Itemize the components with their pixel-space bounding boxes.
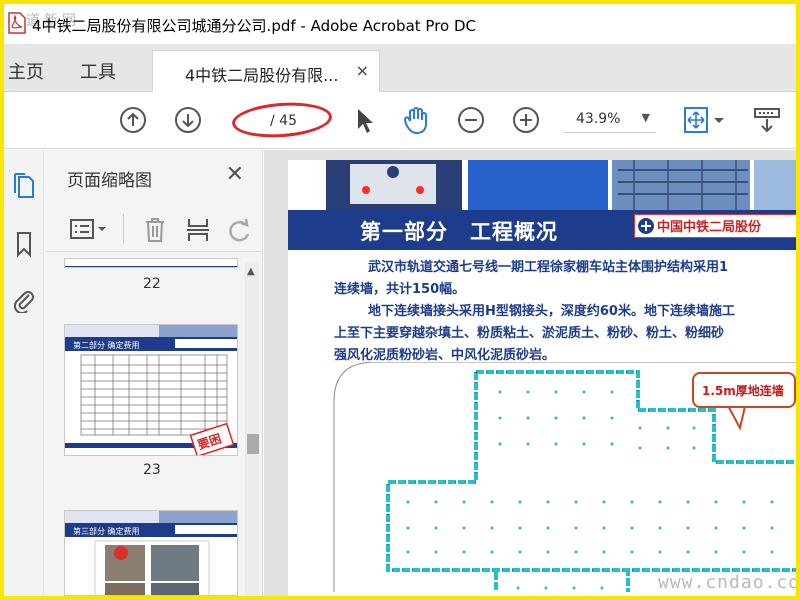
- pages-icon: [14, 173, 34, 198]
- scroll-thumb[interactable]: [247, 434, 259, 454]
- paragraph-line-2: 连续墙，共计150幅。: [334, 282, 466, 297]
- select-cursor-icon[interactable]: [354, 107, 376, 135]
- insert-page-icon[interactable]: [185, 216, 211, 244]
- bookmarks-button[interactable]: [10, 230, 38, 258]
- next-page-button[interactable]: [175, 107, 201, 133]
- thumbnail-page-22[interactable]: [64, 258, 238, 268]
- fit-page-icon[interactable]: [682, 105, 728, 135]
- read-mode-icon[interactable]: [752, 105, 782, 135]
- zoom-value: 43.9%: [576, 111, 621, 127]
- divider: [123, 214, 124, 244]
- hand-tool-icon[interactable]: [402, 105, 432, 135]
- section-title: 第一部分 工程概况: [360, 220, 558, 244]
- attachments-button[interactable]: [10, 286, 38, 314]
- section-banner: 第一部分 工程概况 中国中铁二局股份: [288, 210, 796, 250]
- paragraph-line-4: 上至下主要穿越杂填土、粉质粘土、淤泥质土、粉砂、粉土、粉细砂: [334, 326, 725, 341]
- window-title: 4中铁二局股份有限公司城通分公司.pdf - Adobe Acrobat Pro…: [32, 17, 477, 35]
- panel-heading: 页面缩略图: [67, 171, 152, 191]
- thumb-24-banner: 第三部分 确定费用: [73, 526, 140, 536]
- header-photo-strip: [288, 160, 796, 210]
- chevron-down-icon: ▼: [641, 111, 650, 124]
- callout-text: 1.5m厚地连墙: [702, 384, 784, 398]
- company-logo: 中国中铁二局股份: [634, 214, 796, 238]
- tab-row: 主页 工具 4中铁二局股份有限... ×: [4, 44, 796, 92]
- acrobat-window: 道新网 4中铁二局股份有限公司城通分公司.pdf - Adobe Acrobat…: [4, 4, 796, 596]
- previous-page-button[interactable]: [120, 107, 146, 133]
- document-view[interactable]: 第一部分 工程概况 中国中铁二局股份 武汉市轨道交通七号线一期工程徐家棚车站主体…: [264, 150, 796, 596]
- page-24-preview: 第三部分 确定费用: [65, 511, 237, 595]
- navigation-rail: [4, 150, 44, 596]
- rotate-icon[interactable]: [225, 216, 253, 244]
- title-bar: 道新网 4中铁二局股份有限公司城通分公司.pdf - Adobe Acrobat…: [4, 4, 796, 44]
- page-thumbnails-button[interactable]: [10, 172, 38, 200]
- tab-document[interactable]: 4中铁二局股份有限... ×: [152, 50, 380, 92]
- delete-icon[interactable]: [143, 216, 167, 244]
- page-22-preview: [65, 266, 237, 267]
- page-label-23: 23: [143, 462, 161, 478]
- zoom-out-button[interactable]: [458, 107, 484, 133]
- document-tab-label: 4中铁二局股份有限...: [185, 66, 339, 85]
- highlight-annotation: [230, 99, 334, 141]
- logo-text: 中国中铁二局股份: [657, 220, 762, 235]
- company-emblem-icon: [638, 218, 654, 234]
- arrow-up-icon: [127, 112, 139, 126]
- options-menu-icon[interactable]: [69, 218, 109, 242]
- thumbnail-page-24[interactable]: 第三部分 确定费用: [64, 510, 238, 596]
- thumbnail-tools: [45, 208, 263, 252]
- arrow-down-icon: [182, 114, 194, 128]
- minus-icon: [465, 119, 477, 121]
- zoom-level-select[interactable]: 43.9% ▼: [564, 105, 656, 133]
- paperclip-icon: [13, 291, 34, 313]
- tab-home[interactable]: 主页: [8, 58, 44, 84]
- plus-icon: [520, 114, 532, 126]
- tab-tools[interactable]: 工具: [80, 58, 116, 84]
- paragraph-line-1: 武汉市轨道交通七号线一期工程徐家棚车站主体围护结构采用1: [368, 260, 729, 275]
- bookmark-icon: [17, 232, 31, 257]
- zoom-in-button[interactable]: [513, 107, 539, 133]
- toolbar: / 45 43.9% ▼: [4, 93, 796, 149]
- acrobat-pdf-icon: [8, 12, 26, 34]
- thumbnails-scrollbar[interactable]: ▲: [245, 262, 259, 596]
- page-label-22: 22: [143, 276, 161, 292]
- close-tab-icon[interactable]: ×: [356, 61, 369, 80]
- thumb-23-banner: 第二部分 确定费用: [73, 340, 140, 350]
- scroll-up-icon[interactable]: ▲: [247, 266, 255, 277]
- paragraph-line-5: 强风化泥质粉砂岩、中风化泥质砂岩。: [334, 348, 556, 363]
- close-panel-icon[interactable]: ✕: [226, 162, 244, 187]
- page-23-preview: 第二部分 确定费用 要困: [65, 325, 237, 455]
- thumbnails-panel: 页面缩略图 ✕ 22 第二部分 确定费用 要困 23 第三部分 确定费用 ▲: [45, 150, 263, 596]
- footer-watermark: www.cndao.com: [658, 572, 796, 593]
- thumbnail-page-23[interactable]: 第二部分 确定费用 要困: [64, 324, 238, 456]
- callout-label: 1.5m厚地连墙: [692, 372, 796, 408]
- pdf-page: 第一部分 工程概况 中国中铁二局股份 武汉市轨道交通七号线一期工程徐家棚车站主体…: [288, 160, 796, 596]
- paragraph-line-3: 地下连续墙接头采用H型钢接头，深度约60米。地下连续墙施工: [368, 304, 735, 319]
